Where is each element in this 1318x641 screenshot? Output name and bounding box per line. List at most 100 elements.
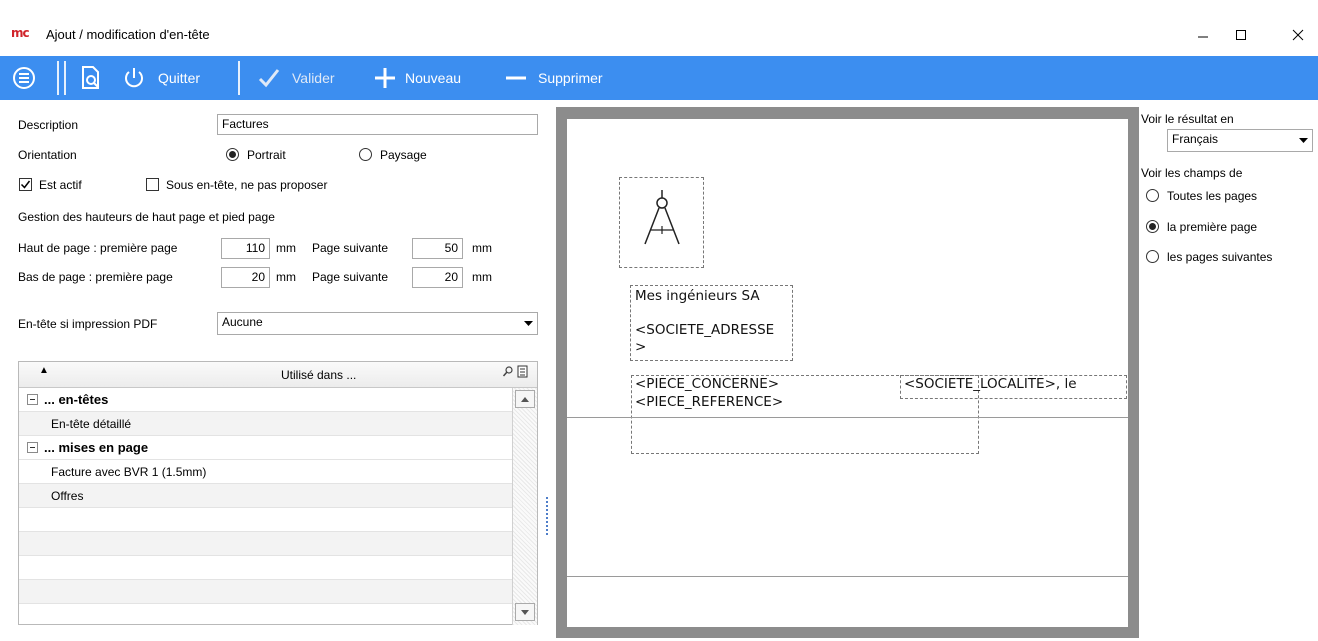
unit-label: mm (472, 241, 492, 255)
chevron-up-icon (521, 396, 529, 402)
minus-icon (30, 447, 35, 448)
bottom-first-input[interactable]: 20 (221, 267, 270, 288)
grid-scrollbar[interactable] (512, 388, 537, 625)
language-select-value: Français (1172, 132, 1219, 146)
new-label: Nouveau (405, 70, 462, 86)
close-icon (1292, 29, 1304, 41)
top-first-input[interactable]: 110 (221, 238, 270, 259)
minus-icon (506, 76, 526, 80)
fields-label: Voir les champs de (1141, 166, 1243, 180)
toolbar-separator (238, 61, 240, 95)
search-icon[interactable] (503, 366, 513, 378)
unit-label: mm (276, 241, 296, 255)
bottom-next-input[interactable]: 20 (412, 267, 463, 288)
new-button[interactable]: Nouveau (374, 56, 461, 100)
next-pages-radio[interactable] (1146, 250, 1159, 263)
empty-row (19, 580, 513, 604)
chevron-down-icon (521, 609, 529, 615)
scroll-up-button[interactable] (515, 390, 535, 408)
splitter-handle[interactable] (545, 497, 549, 537)
minimize-icon (1198, 36, 1208, 38)
description-input[interactable]: Factures (217, 114, 538, 135)
row-label: Offres (51, 488, 84, 503)
pdf-select-value: Aucune (222, 315, 263, 329)
chevron-down-icon (1299, 137, 1308, 143)
grid-header: ▲ Utilisé dans ... (19, 362, 537, 388)
row-label: En-tête détaillé (51, 416, 132, 431)
grid-column-header[interactable]: Utilisé dans ... (281, 368, 356, 382)
pdf-select[interactable]: Aucune (217, 312, 538, 335)
window-title: Ajout / modification d'en-tête (46, 27, 210, 42)
localite-field: <SOCIETE_LOCALITE>, le (904, 376, 1077, 392)
validate-button[interactable]: Valider (257, 56, 335, 100)
quit-label: Quitter (158, 70, 201, 86)
top-next-input[interactable]: 50 (412, 238, 463, 259)
power-icon (125, 68, 143, 88)
sub-header-label: Sous en-tête, ne pas proposer (166, 178, 328, 192)
menu-icon (13, 67, 35, 89)
bottom-first-label: Bas de page : première page (18, 270, 173, 284)
localite-block[interactable]: <SOCIETE_LOCALITE>, le (900, 375, 1127, 399)
unit-label: mm (276, 270, 296, 284)
address-field-end: > (635, 339, 647, 355)
dropdown-button[interactable] (1295, 130, 1312, 151)
print-preview-icon (82, 66, 99, 89)
table-row[interactable]: Facture avec BVR 1 (1.5mm) (19, 460, 513, 484)
export-icon[interactable] (517, 364, 528, 378)
quit-button[interactable]: Quitter (122, 56, 200, 100)
description-label: Description (18, 118, 79, 132)
top-first-label: Haut de page : première page (18, 241, 178, 255)
logo-placeholder[interactable] (619, 177, 704, 268)
scroll-down-button[interactable] (515, 603, 535, 621)
sort-indicator[interactable]: ▲ (39, 365, 49, 376)
compass-icon (644, 190, 680, 245)
result-language-label: Voir le résultat en (1141, 112, 1234, 126)
all-pages-radio[interactable] (1146, 189, 1159, 202)
top-next-label: Page suivante (312, 241, 389, 255)
table-row[interactable]: En-tête détaillé (19, 412, 513, 436)
orientation-landscape-radio[interactable] (359, 148, 372, 161)
heights-section-label: Gestion des hauteurs de haut page et pie… (18, 210, 275, 224)
maximize-button[interactable] (1218, 16, 1264, 54)
menu-button[interactable] (12, 56, 36, 100)
delete-button[interactable]: Supprimer (504, 56, 603, 100)
preview-button[interactable] (79, 56, 103, 100)
piece-concerne-field: <PIECE_CONCERNE> (635, 376, 780, 392)
empty-row (19, 532, 513, 556)
active-label: Est actif (39, 178, 82, 192)
all-pages-label: Toutes les pages (1167, 189, 1258, 203)
sub-header-checkbox[interactable] (146, 178, 159, 191)
address-block[interactable]: Mes ingénieurs SA <SOCIETE_ADRESSE > (630, 285, 793, 361)
header-boundary-line (567, 417, 1128, 418)
first-page-label: la première page (1167, 220, 1258, 234)
collapse-toggle[interactable] (27, 394, 38, 405)
minus-icon (30, 399, 35, 400)
orientation-portrait-radio[interactable] (226, 148, 239, 161)
orientation-landscape-label: Paysage (380, 148, 427, 162)
group-label: ... mises en page (44, 440, 149, 455)
dropdown-button[interactable] (520, 313, 537, 334)
group-label: ... en-têtes (44, 392, 109, 407)
grid-group-row[interactable]: ... en-têtes (19, 388, 513, 412)
table-row[interactable]: Offres (19, 484, 513, 508)
company-name: Mes ingénieurs SA (635, 288, 760, 304)
maximize-icon (1236, 30, 1246, 40)
language-select[interactable]: Français (1167, 129, 1313, 152)
toolbar-separator (57, 61, 59, 95)
validate-label: Valider (292, 70, 335, 86)
empty-row (19, 508, 513, 532)
piece-reference-field: <PIECE_REFERENCE> (635, 394, 784, 410)
usage-grid: ▲ Utilisé dans ... ... en-têtes En-tête … (18, 361, 538, 625)
toolbar-separator (64, 61, 66, 95)
orientation-portrait-label: Portrait (247, 148, 286, 162)
app-logo: mc (11, 26, 30, 40)
orientation-label: Orientation (18, 148, 77, 162)
collapse-toggle[interactable] (27, 442, 38, 453)
grid-group-row[interactable]: ... mises en page (19, 436, 513, 460)
empty-row (19, 556, 513, 580)
close-button[interactable] (1275, 16, 1318, 54)
delete-label: Supprimer (538, 70, 603, 86)
active-checkbox[interactable] (19, 178, 32, 191)
first-page-radio[interactable] (1146, 220, 1159, 233)
footer-boundary-line (567, 576, 1128, 577)
